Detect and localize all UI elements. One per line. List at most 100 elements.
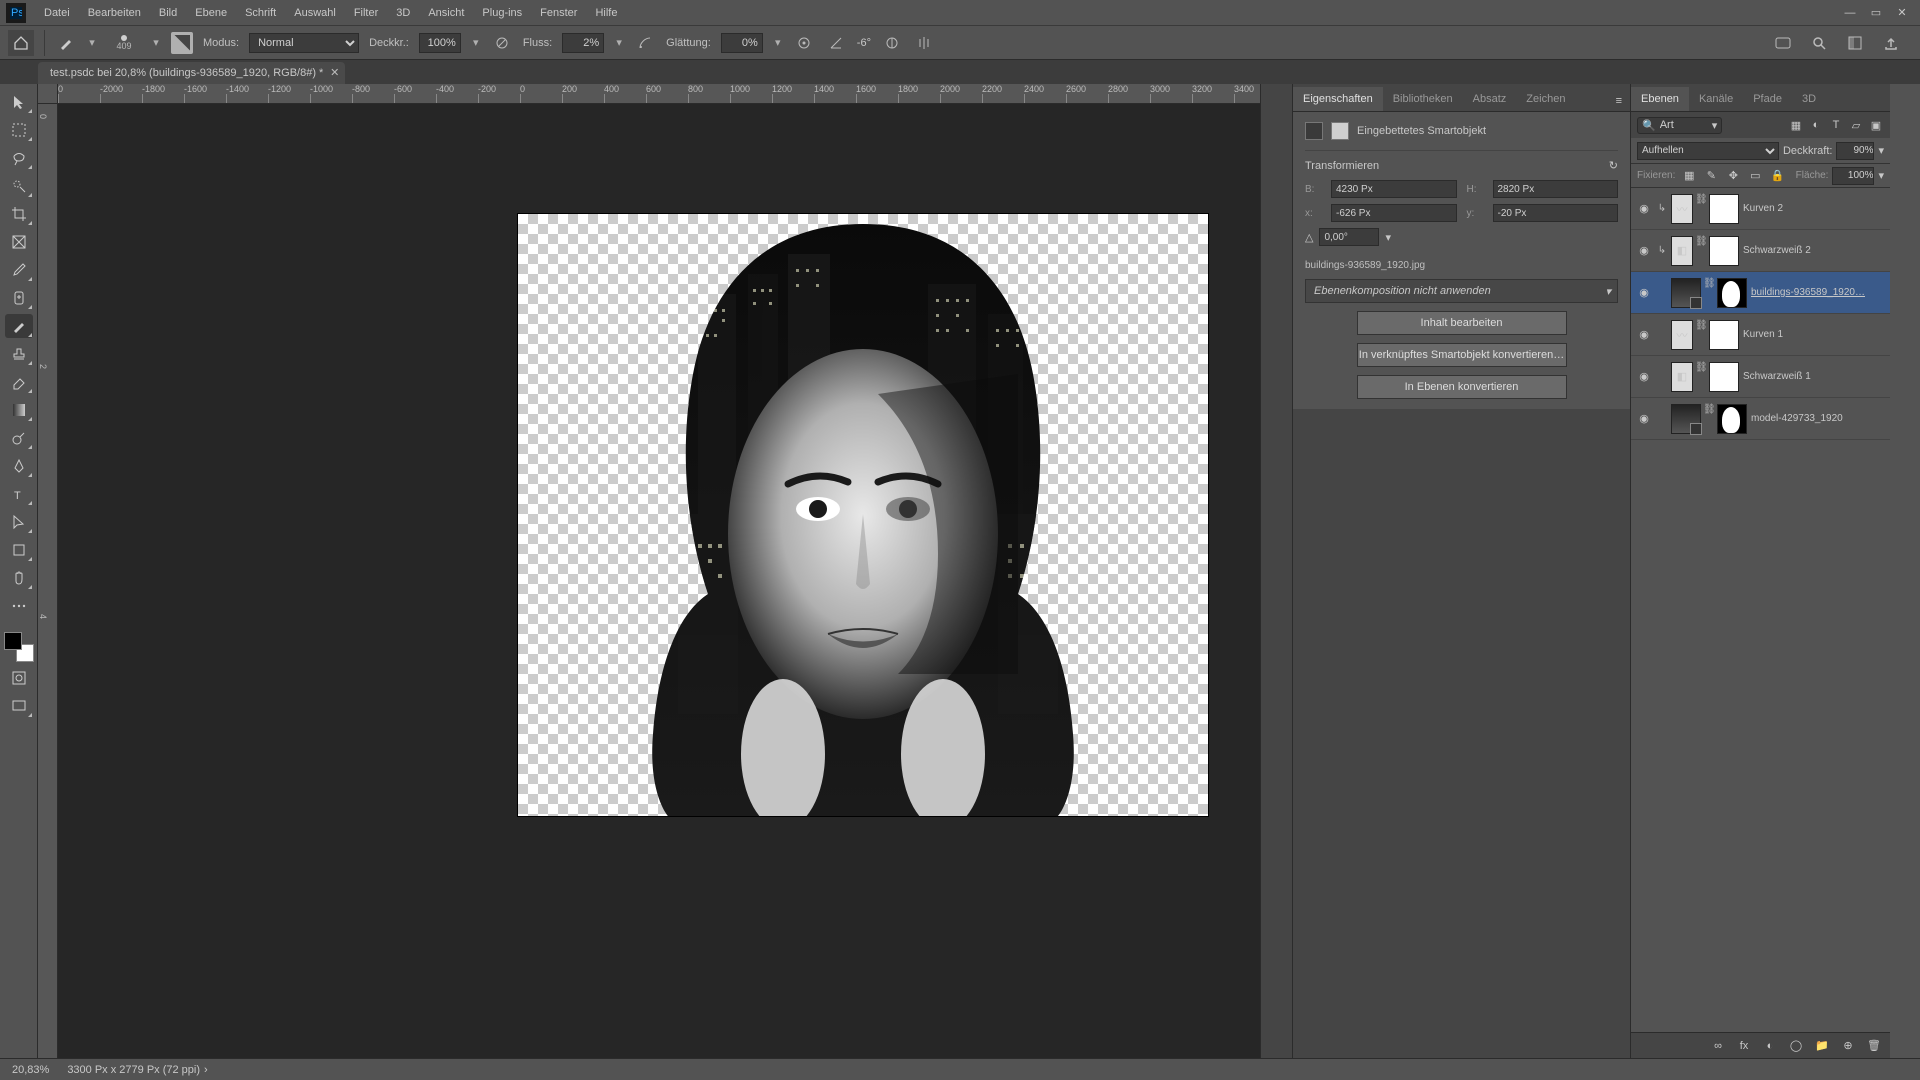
color-swatch[interactable]: [4, 632, 34, 662]
window-close-button[interactable]: ✕: [1892, 6, 1912, 20]
mask-thumb[interactable]: [1709, 194, 1739, 224]
layer-row[interactable]: ◉⛓buildings-936589_1920…: [1631, 272, 1890, 314]
flow-input[interactable]: [562, 33, 604, 53]
stamp-tool[interactable]: [5, 342, 33, 366]
mask-thumb[interactable]: [1717, 278, 1747, 308]
opacity-input[interactable]: [419, 33, 461, 53]
filter-pixel-icon[interactable]: ▦: [1788, 117, 1804, 133]
menu-datei[interactable]: Datei: [36, 3, 78, 23]
adjustment-icon[interactable]: ◯: [1788, 1038, 1804, 1054]
eraser-tool[interactable]: [5, 370, 33, 394]
fx-icon[interactable]: fx: [1736, 1038, 1752, 1054]
menu-ansicht[interactable]: Ansicht: [420, 3, 472, 23]
new-layer-icon[interactable]: ⊕: [1840, 1038, 1856, 1054]
collapsed-panel-strip[interactable]: [1260, 84, 1292, 1058]
filter-smart-icon[interactable]: ▣: [1868, 117, 1884, 133]
layer-filter-search[interactable]: 🔍 ▾: [1637, 117, 1722, 134]
path-select-tool[interactable]: [5, 510, 33, 534]
chevron-down-icon[interactable]: ▾: [1712, 119, 1718, 132]
menu-hilfe[interactable]: Hilfe: [587, 3, 625, 23]
visibility-toggle[interactable]: ◉: [1635, 368, 1653, 386]
tab-eigenschaften[interactable]: Eigenschaften: [1293, 87, 1383, 111]
mask-icon[interactable]: ◐: [1762, 1038, 1778, 1054]
tab-zeichen[interactable]: Zeichen: [1516, 87, 1575, 111]
trash-icon[interactable]: 🗑: [1866, 1038, 1882, 1054]
layer-thumb[interactable]: [1671, 404, 1701, 434]
mask-thumb[interactable]: [1709, 362, 1739, 392]
layer-name[interactable]: Schwarzweiß 2: [1743, 245, 1886, 256]
quick-select-tool[interactable]: [5, 174, 33, 198]
menu-fenster[interactable]: Fenster: [532, 3, 585, 23]
mask-thumb[interactable]: [1709, 236, 1739, 266]
layer-name[interactable]: Kurven 1: [1743, 329, 1886, 340]
hand-tool[interactable]: [5, 566, 33, 590]
gradient-tool[interactable]: [5, 398, 33, 422]
zoom-level[interactable]: 20,83%: [12, 1064, 49, 1076]
dodge-tool[interactable]: [5, 426, 33, 450]
ruler-horizontal[interactable]: 0-2000-1800-1600-1400-1200-1000-800-600-…: [38, 84, 1260, 104]
visibility-toggle[interactable]: ◉: [1635, 326, 1653, 344]
layer-thumb[interactable]: 〰: [1671, 320, 1693, 350]
layer-row[interactable]: ◉◧⛓Schwarzweiß 1: [1631, 356, 1890, 398]
brush-tool[interactable]: [5, 314, 33, 338]
menu-bild[interactable]: Bild: [151, 3, 185, 23]
smoothing-dropdown[interactable]: ▾: [773, 38, 783, 48]
window-minimize-button[interactable]: —: [1840, 6, 1860, 20]
window-maximize-button[interactable]: ▭: [1866, 6, 1886, 20]
tab-ebenen[interactable]: Ebenen: [1631, 87, 1689, 111]
tool-preset-icon[interactable]: [55, 32, 77, 54]
canvas[interactable]: [58, 104, 1260, 1058]
layer-filter-input[interactable]: [1660, 119, 1708, 131]
fg-color-swatch[interactable]: [4, 632, 22, 650]
quickmask-toggle[interactable]: [5, 666, 33, 690]
opacity-dropdown[interactable]: ▾: [471, 38, 481, 48]
visibility-toggle[interactable]: ◉: [1635, 410, 1653, 428]
blend-mode-select[interactable]: Normal: [249, 33, 359, 53]
artboard[interactable]: [518, 214, 1208, 816]
cloud-docs-icon[interactable]: [1772, 32, 1794, 54]
angle-dropdown[interactable]: ▾: [1385, 231, 1391, 244]
filter-adjust-icon[interactable]: ◐: [1808, 117, 1824, 133]
menu-ebene[interactable]: Ebene: [187, 3, 235, 23]
document-tab[interactable]: test.psdc bei 20,8% (buildings-936589_19…: [38, 62, 345, 84]
chevron-down-icon[interactable]: ▾: [1878, 169, 1884, 182]
group-icon[interactable]: 📁: [1814, 1038, 1830, 1054]
menu-bearbeiten[interactable]: Bearbeiten: [80, 3, 149, 23]
share-icon[interactable]: [1880, 32, 1902, 54]
layer-opacity-input[interactable]: [1836, 142, 1874, 160]
mask-thumb[interactable]: [1709, 320, 1739, 350]
menu-3d[interactable]: 3D: [388, 3, 418, 23]
marquee-tool[interactable]: [5, 118, 33, 142]
tab-pfade[interactable]: Pfade: [1743, 87, 1792, 111]
brush-panel-toggle-icon[interactable]: [171, 32, 193, 54]
screenmode-toggle[interactable]: [5, 694, 33, 718]
tab-kanaele[interactable]: Kanäle: [1689, 87, 1743, 111]
visibility-toggle[interactable]: ◉: [1635, 284, 1653, 302]
layer-thumb[interactable]: ◧: [1671, 362, 1693, 392]
lock-position-icon[interactable]: ✥: [1725, 168, 1741, 184]
visibility-toggle[interactable]: ◉: [1635, 200, 1653, 218]
lock-transparent-icon[interactable]: ▦: [1681, 168, 1697, 184]
brush-angle-value[interactable]: -6°: [857, 37, 871, 49]
layer-name[interactable]: Schwarzweiß 1: [1743, 371, 1886, 382]
y-input[interactable]: [1493, 204, 1619, 222]
menu-filter[interactable]: Filter: [346, 3, 386, 23]
pressure-size-icon[interactable]: [881, 32, 903, 54]
menu-schrift[interactable]: Schrift: [237, 3, 284, 23]
edit-contents-button[interactable]: Inhalt bearbeiten: [1357, 311, 1567, 335]
eyedropper-tool[interactable]: [5, 258, 33, 282]
smoothing-input[interactable]: [721, 33, 763, 53]
lock-artboard-icon[interactable]: ▭: [1747, 168, 1763, 184]
workspace-icon[interactable]: [1844, 32, 1866, 54]
width-input[interactable]: [1331, 180, 1457, 198]
height-input[interactable]: [1493, 180, 1619, 198]
document-dimensions[interactable]: 3300 Px x 2779 Px (72 ppi)›: [67, 1064, 207, 1076]
filter-type-icon[interactable]: T: [1828, 117, 1844, 133]
layer-fill-input[interactable]: [1832, 167, 1874, 185]
layer-blendmode-select[interactable]: Aufhellen: [1637, 142, 1779, 160]
menu-auswahl[interactable]: Auswahl: [286, 3, 344, 23]
visibility-toggle[interactable]: ◉: [1635, 242, 1653, 260]
brush-preset-dropdown[interactable]: ▾: [151, 38, 161, 48]
frame-tool[interactable]: [5, 230, 33, 254]
convert-layers-button[interactable]: In Ebenen konvertieren: [1357, 375, 1567, 399]
